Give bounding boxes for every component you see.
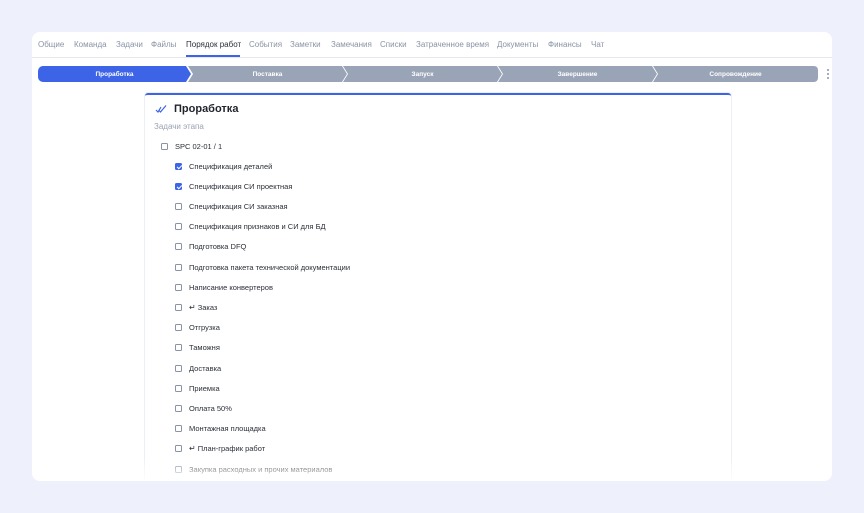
task-checkbox[interactable] xyxy=(175,324,182,332)
stage-label: Запуск xyxy=(411,70,434,78)
more-menu-icon[interactable] xyxy=(826,69,830,79)
task-label: Отгрузка xyxy=(189,323,220,333)
return-arrow-icon: ↵ xyxy=(189,444,196,454)
task-checkbox[interactable] xyxy=(161,142,168,150)
stage-zavershenie[interactable]: Завершение xyxy=(498,66,657,82)
stage-prorabotka[interactable]: Проработка xyxy=(38,66,191,82)
stage-label: Сопровождение xyxy=(709,70,762,78)
task-checkbox[interactable] xyxy=(175,344,182,352)
task-checkbox[interactable] xyxy=(175,425,182,433)
list-item: Монтажная площадка xyxy=(175,423,266,435)
task-label: SPC 02-01 / 1 xyxy=(175,141,223,151)
list-item: ↵ План-график работ xyxy=(175,443,265,455)
task-checkbox[interactable] xyxy=(175,445,182,453)
stage-postavka[interactable]: Поставка xyxy=(188,66,347,82)
tab-files[interactable]: Файлы xyxy=(151,40,176,50)
list-item: Спецификация СИ заказная xyxy=(175,200,288,212)
task-checkbox[interactable] xyxy=(175,303,182,311)
task-checkbox[interactable] xyxy=(175,364,182,372)
task-checkbox[interactable] xyxy=(175,182,182,190)
stage-label: Завершение xyxy=(557,70,598,78)
tab-finances[interactable]: Финансы xyxy=(548,40,582,50)
task-checkbox[interactable] xyxy=(175,283,182,291)
list-item: Таможня xyxy=(175,342,220,354)
stage-zapusk[interactable]: Запуск xyxy=(343,66,502,82)
list-item: Доставка xyxy=(175,362,221,374)
tab-lists[interactable]: Списки xyxy=(380,40,407,50)
list-item: Спецификация СИ проектная xyxy=(175,180,292,192)
task-label: Спецификация СИ заказная xyxy=(189,201,288,211)
task-label: Спецификация СИ проектная xyxy=(189,181,293,191)
task-label: Заказ xyxy=(197,302,218,312)
list-item: ↵ Заказ xyxy=(175,301,217,313)
stage-pipeline: Проработка Поставка Запуск Завершение Со… xyxy=(38,66,818,82)
list-item: Оплата 50% xyxy=(175,402,232,414)
task-checkbox[interactable] xyxy=(175,404,182,412)
tab-general[interactable]: Общие xyxy=(38,40,64,50)
task-label: Доставка xyxy=(189,363,222,373)
list-item: Отгрузка xyxy=(175,322,220,334)
task-label: Подготовка DFQ xyxy=(189,242,247,252)
task-label: Спецификация признаков и СИ для БД xyxy=(189,222,326,232)
active-tab-indicator xyxy=(186,55,240,57)
task-label: Оплата 50% xyxy=(189,403,232,413)
task-label: Монтажная площадка xyxy=(189,424,266,434)
list-item: Закупка расходных и прочих материалов xyxy=(175,463,332,475)
task-checkbox[interactable] xyxy=(175,465,182,473)
stage-label: Проработка xyxy=(95,70,134,78)
list-item: Приемка xyxy=(175,382,220,394)
stage-soprovozhdenie[interactable]: Сопровождение xyxy=(653,66,818,82)
task-checkbox[interactable] xyxy=(175,263,182,271)
tab-work-order[interactable]: Порядок работ xyxy=(186,40,241,50)
list-item: Спецификация признаков и СИ для БД xyxy=(175,221,326,233)
list-item: Подготовка пакета технической документац… xyxy=(175,261,350,273)
tab-notes[interactable]: Заметки xyxy=(290,40,321,50)
list-item: Спецификация деталей xyxy=(175,160,272,172)
task-label: Спецификация деталей xyxy=(189,161,273,171)
task-checkbox[interactable] xyxy=(175,243,182,251)
tab-bar: Общие Команда Задачи Файлы Порядок работ… xyxy=(32,32,832,58)
task-label: Таможня xyxy=(189,343,220,353)
task-label: Приемка xyxy=(189,383,220,393)
task-checkbox[interactable] xyxy=(175,202,182,210)
list-item: Подготовка DFQ xyxy=(175,241,246,253)
task-label: Закупка расходных и прочих материалов xyxy=(189,464,333,474)
task-label: Написание конвертеров xyxy=(189,282,273,292)
task-label: План-график работ xyxy=(197,444,266,454)
parent-task: SPC 02-01 / 1 xyxy=(161,140,222,152)
tab-tasks[interactable]: Задачи xyxy=(116,40,143,50)
task-checkbox[interactable] xyxy=(175,223,182,231)
card-title: Проработка xyxy=(174,103,239,115)
stage-label: Поставка xyxy=(252,70,283,78)
double-check-icon xyxy=(155,105,167,113)
card-subtitle: Задачи этапа xyxy=(154,122,204,131)
task-checkbox[interactable] xyxy=(175,162,182,170)
tab-chat[interactable]: Чат xyxy=(591,40,604,50)
list-item: Написание конвертеров xyxy=(175,281,273,293)
tab-remarks[interactable]: Замечания xyxy=(331,40,372,50)
task-label: Подготовка пакета технической документац… xyxy=(189,262,351,272)
stage-card: Проработка Задачи этапа SPC 02-01 / 1 Сп… xyxy=(145,93,731,481)
tab-time-spent[interactable]: Затраченное время xyxy=(416,40,489,50)
tab-team[interactable]: Команда xyxy=(74,40,107,50)
project-window: Общие Команда Задачи Файлы Порядок работ… xyxy=(32,32,832,481)
task-checkbox[interactable] xyxy=(175,384,182,392)
card-header: Проработка xyxy=(155,102,238,116)
tab-events[interactable]: События xyxy=(249,40,282,50)
tab-documents[interactable]: Документы xyxy=(497,40,538,50)
return-arrow-icon: ↵ xyxy=(189,302,196,312)
